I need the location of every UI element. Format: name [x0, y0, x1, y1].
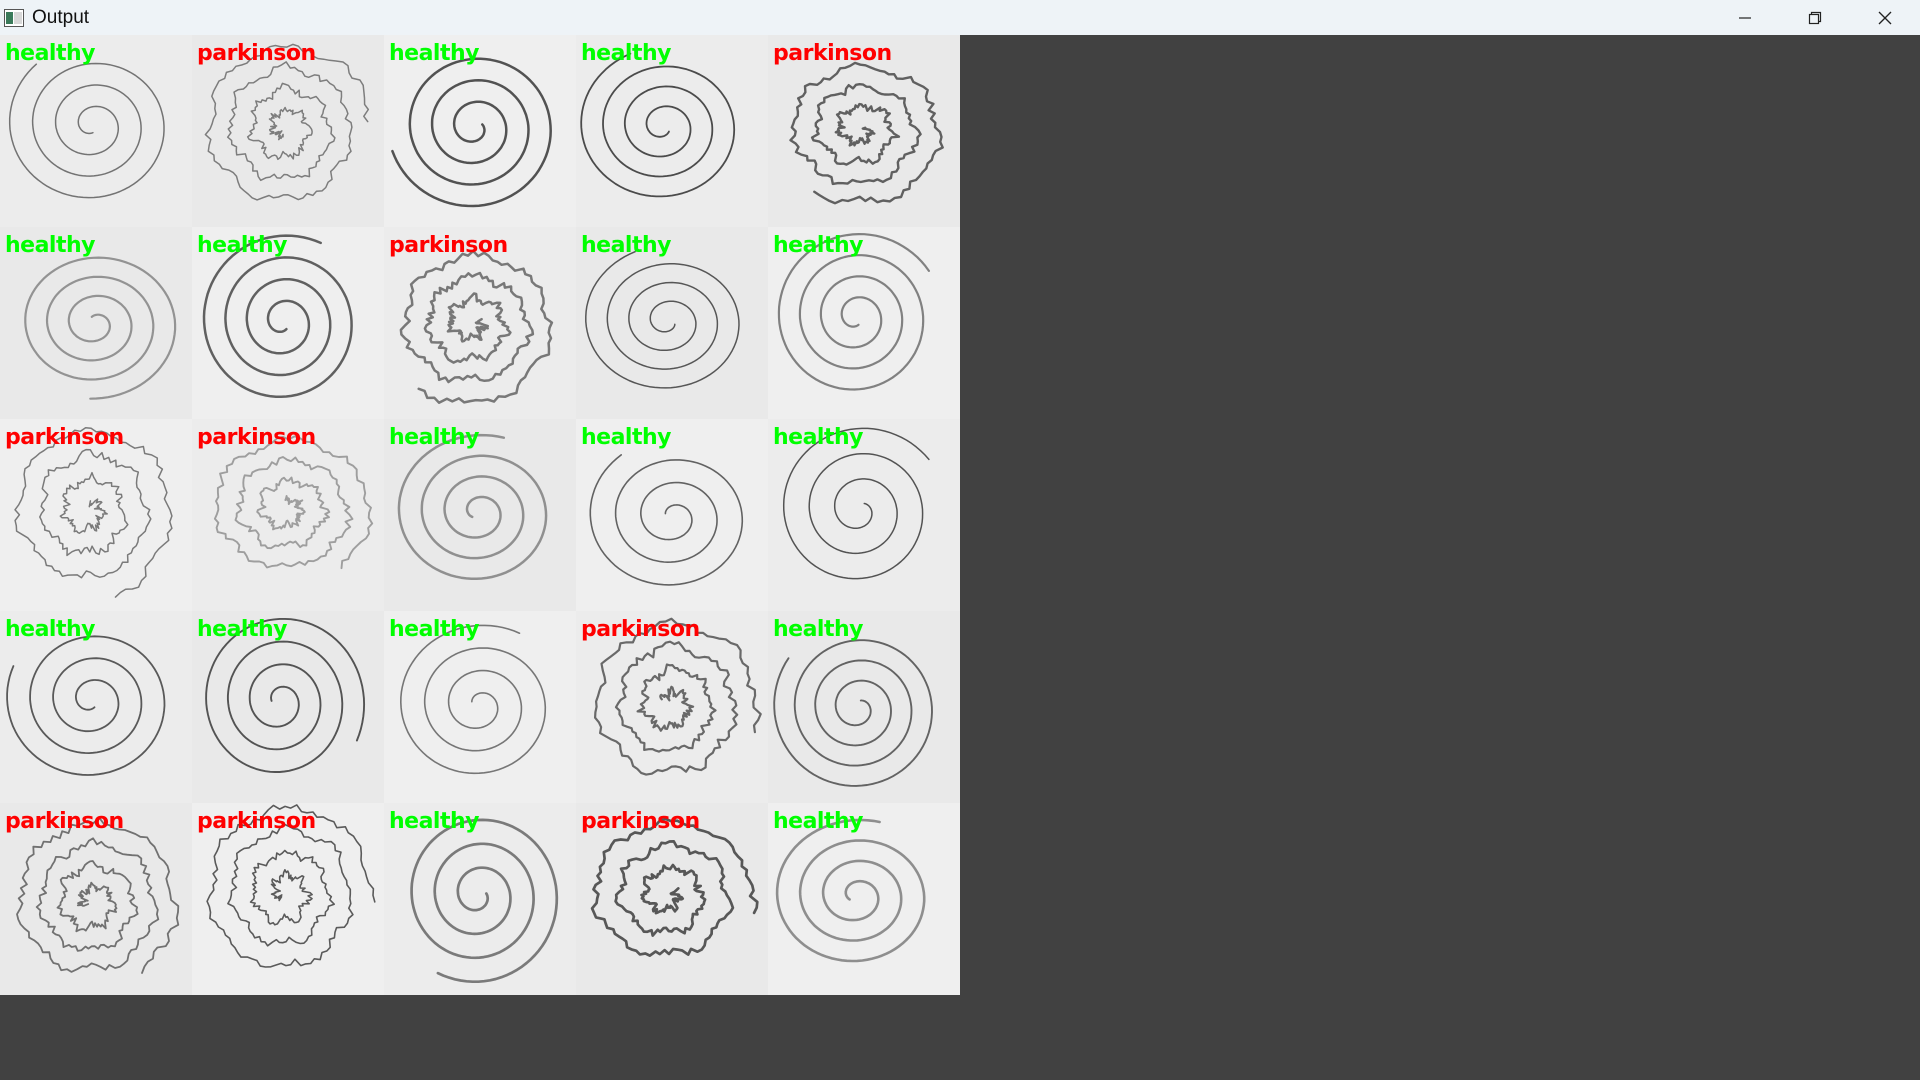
- prediction-label: parkinson: [5, 425, 124, 450]
- spiral-stroke: [6, 635, 166, 776]
- prediction-label: healthy: [773, 425, 864, 450]
- spiral-stroke: [397, 433, 548, 581]
- prediction-label: parkinson: [5, 809, 124, 834]
- spiral-tile: parkinson: [768, 35, 960, 227]
- spiral-tile: healthy: [576, 227, 768, 419]
- spiral-stroke: [775, 818, 926, 963]
- spiral-stroke: [585, 250, 740, 389]
- window-controls: [1710, 0, 1920, 35]
- spiral-stroke: [782, 427, 930, 580]
- spiral-stroke: [24, 256, 177, 400]
- spiral-stroke: [399, 249, 554, 404]
- restore-icon: [1808, 11, 1822, 24]
- prediction-label: parkinson: [773, 41, 892, 66]
- window-titlebar[interactable]: Output: [0, 0, 1920, 35]
- prediction-label: healthy: [5, 233, 96, 258]
- prediction-label: healthy: [389, 425, 480, 450]
- prediction-label: parkinson: [581, 809, 700, 834]
- spiral-stroke: [410, 818, 559, 984]
- spiral-stroke: [202, 234, 353, 399]
- prediction-label: healthy: [773, 809, 864, 834]
- spiral-tile: parkinson: [576, 803, 768, 995]
- spiral-tile: healthy: [768, 227, 960, 419]
- spiral-tile: healthy: [192, 611, 384, 803]
- spiral-tile: healthy: [384, 35, 576, 227]
- spiral-tile: parkinson: [192, 35, 384, 227]
- minimize-icon: [1739, 16, 1751, 19]
- prediction-label: parkinson: [197, 425, 316, 450]
- spiral-stroke: [773, 639, 933, 787]
- spiral-tile: healthy: [0, 611, 192, 803]
- prediction-label: healthy: [5, 41, 96, 66]
- spiral-tile: parkinson: [192, 419, 384, 611]
- prediction-label: healthy: [5, 617, 96, 642]
- spiral-tile: healthy: [384, 611, 576, 803]
- spiral-stroke: [14, 427, 173, 598]
- window-title: Output: [32, 6, 90, 28]
- spiral-stroke: [789, 61, 944, 205]
- prediction-label: healthy: [197, 617, 288, 642]
- prediction-montage: healthy parkinson healthy healthy parkinson h…: [0, 35, 960, 995]
- prediction-label: healthy: [581, 233, 672, 258]
- spiral-stroke: [594, 617, 762, 776]
- prediction-label: parkinson: [389, 233, 508, 258]
- spiral-stroke: [580, 52, 736, 198]
- spiral-tile: healthy: [0, 227, 192, 419]
- prediction-label: healthy: [581, 425, 672, 450]
- spiral-tile: healthy: [384, 419, 576, 611]
- spiral-tile: parkinson: [192, 803, 384, 995]
- spiral-tile: parkinson: [0, 803, 192, 995]
- spiral-stroke: [204, 43, 370, 201]
- spiral-stroke: [400, 624, 547, 775]
- spiral-tile: healthy: [384, 803, 576, 995]
- spiral-tile: healthy: [192, 227, 384, 419]
- opencv-window-icon: [4, 8, 24, 27]
- prediction-label: healthy: [773, 617, 864, 642]
- spiral-stroke: [590, 817, 759, 957]
- spiral-tile: healthy: [768, 611, 960, 803]
- spiral-stroke: [589, 454, 744, 586]
- prediction-label: healthy: [389, 617, 480, 642]
- close-button[interactable]: [1850, 0, 1920, 35]
- spiral-tile: healthy: [768, 803, 960, 995]
- spiral-tile: parkinson: [0, 419, 192, 611]
- spiral-stroke: [391, 57, 552, 208]
- spiral-tile: parkinson: [384, 227, 576, 419]
- spiral-tile: healthy: [0, 35, 192, 227]
- prediction-label: parkinson: [197, 41, 316, 66]
- prediction-label: parkinson: [197, 809, 316, 834]
- prediction-label: healthy: [389, 809, 480, 834]
- spiral-stroke: [16, 816, 180, 974]
- spiral-tile: healthy: [576, 419, 768, 611]
- restore-button[interactable]: [1780, 0, 1850, 35]
- close-icon: [1878, 11, 1892, 24]
- spiral-tile: healthy: [576, 35, 768, 227]
- prediction-label: healthy: [389, 41, 480, 66]
- prediction-label: healthy: [773, 233, 864, 258]
- prediction-label: parkinson: [581, 617, 700, 642]
- minimize-button[interactable]: [1710, 0, 1780, 35]
- spiral-stroke: [8, 62, 165, 199]
- spiral-tile: healthy: [768, 419, 960, 611]
- spiral-stroke: [213, 435, 374, 570]
- prediction-label: healthy: [197, 233, 288, 258]
- prediction-label: healthy: [581, 41, 672, 66]
- spiral-tile: parkinson: [576, 611, 768, 803]
